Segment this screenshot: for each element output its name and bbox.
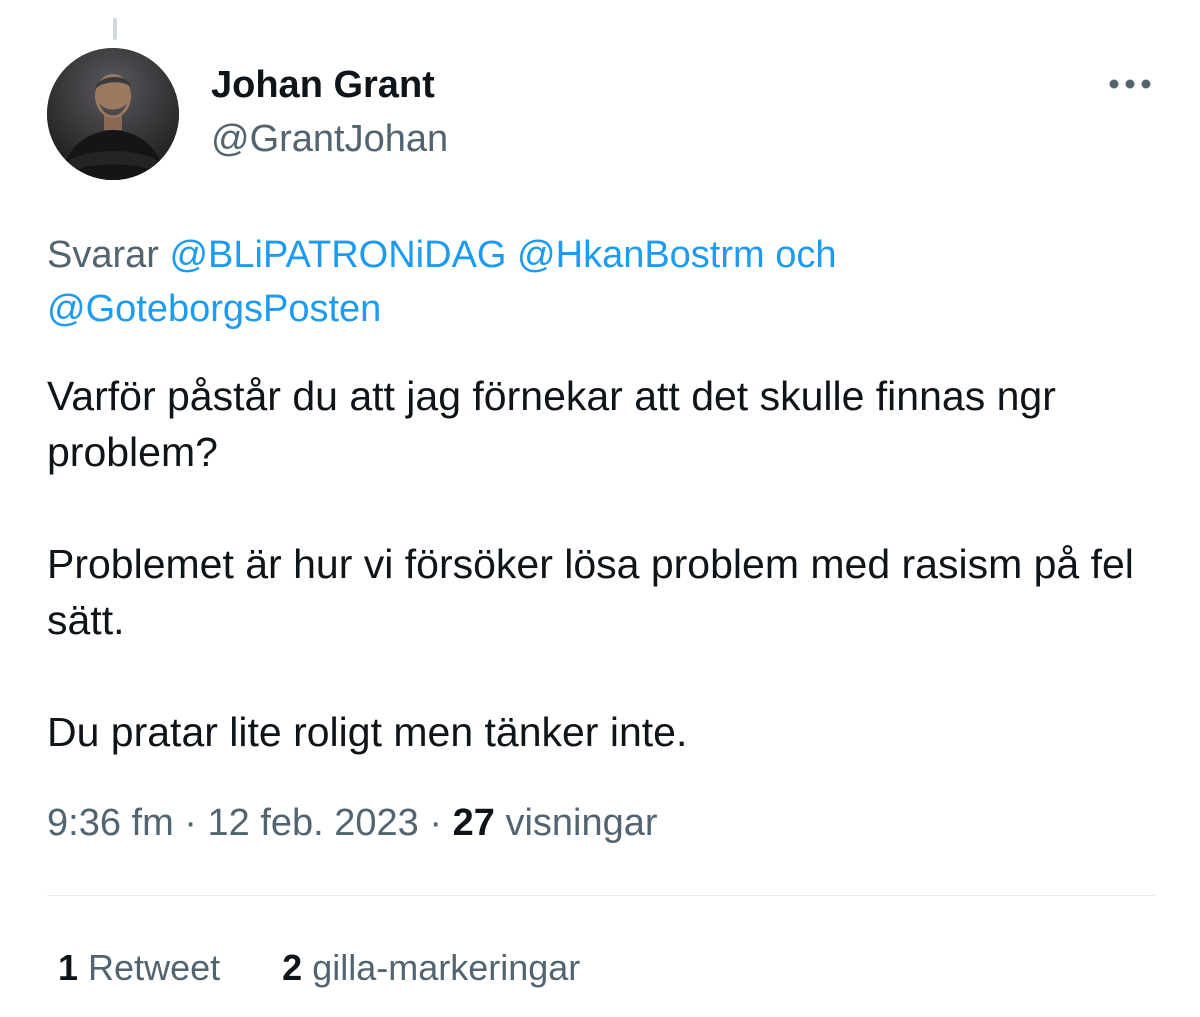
tweet-time[interactable]: 9:36 fm bbox=[47, 802, 174, 844]
tweet-meta: 9:36 fm · 12 feb. 2023 · 27 visningar bbox=[47, 798, 658, 848]
tweet-paragraph: Problemet är hur vi försöker lösa proble… bbox=[47, 541, 1134, 643]
mention-link[interactable]: @BLiPATRONiDAG bbox=[169, 234, 506, 276]
more-horizontal-icon bbox=[1109, 79, 1151, 89]
retweets-count: 1 bbox=[58, 947, 79, 988]
avatar-photo-icon bbox=[47, 48, 179, 180]
author-handle[interactable]: @GrantJohan bbox=[211, 116, 448, 162]
tweet-body: Varför påstår du att jag förnekar att de… bbox=[47, 368, 1167, 760]
likes-stat[interactable]: 2 gilla-markeringar bbox=[282, 944, 580, 992]
likes-count: 2 bbox=[282, 947, 303, 988]
tweet-paragraph: Du pratar lite roligt men tänker inte. bbox=[47, 709, 688, 755]
author-display-name[interactable]: Johan Grant bbox=[211, 62, 435, 108]
meta-separator: · bbox=[429, 802, 443, 844]
thread-connector-line bbox=[113, 18, 117, 40]
tweet-date[interactable]: 12 feb. 2023 bbox=[208, 802, 419, 844]
more-options-button[interactable] bbox=[1100, 66, 1160, 102]
tweet-paragraph: Varför påstår du att jag förnekar att de… bbox=[47, 373, 1056, 475]
reply-context: Svarar @BLiPATRONiDAG @HkanBostrm och @G… bbox=[47, 228, 1157, 336]
retweets-stat[interactable]: 1 Retweet bbox=[58, 944, 220, 992]
divider bbox=[47, 895, 1155, 896]
reply-prefix: Svarar bbox=[47, 234, 159, 276]
mention-link[interactable]: @HkanBostrm bbox=[517, 234, 765, 276]
reply-conjunction[interactable]: och bbox=[775, 234, 836, 276]
meta-separator: · bbox=[184, 802, 197, 844]
engagement-stats: 1 Retweet 2 gilla-markeringar bbox=[58, 944, 580, 992]
retweets-label: Retweet bbox=[88, 947, 221, 988]
likes-label: gilla-markeringar bbox=[312, 947, 581, 988]
views-count: 27 bbox=[452, 802, 495, 844]
views-label: visningar bbox=[505, 802, 658, 844]
mention-link[interactable]: @GoteborgsPosten bbox=[47, 288, 381, 330]
avatar[interactable] bbox=[47, 48, 179, 180]
